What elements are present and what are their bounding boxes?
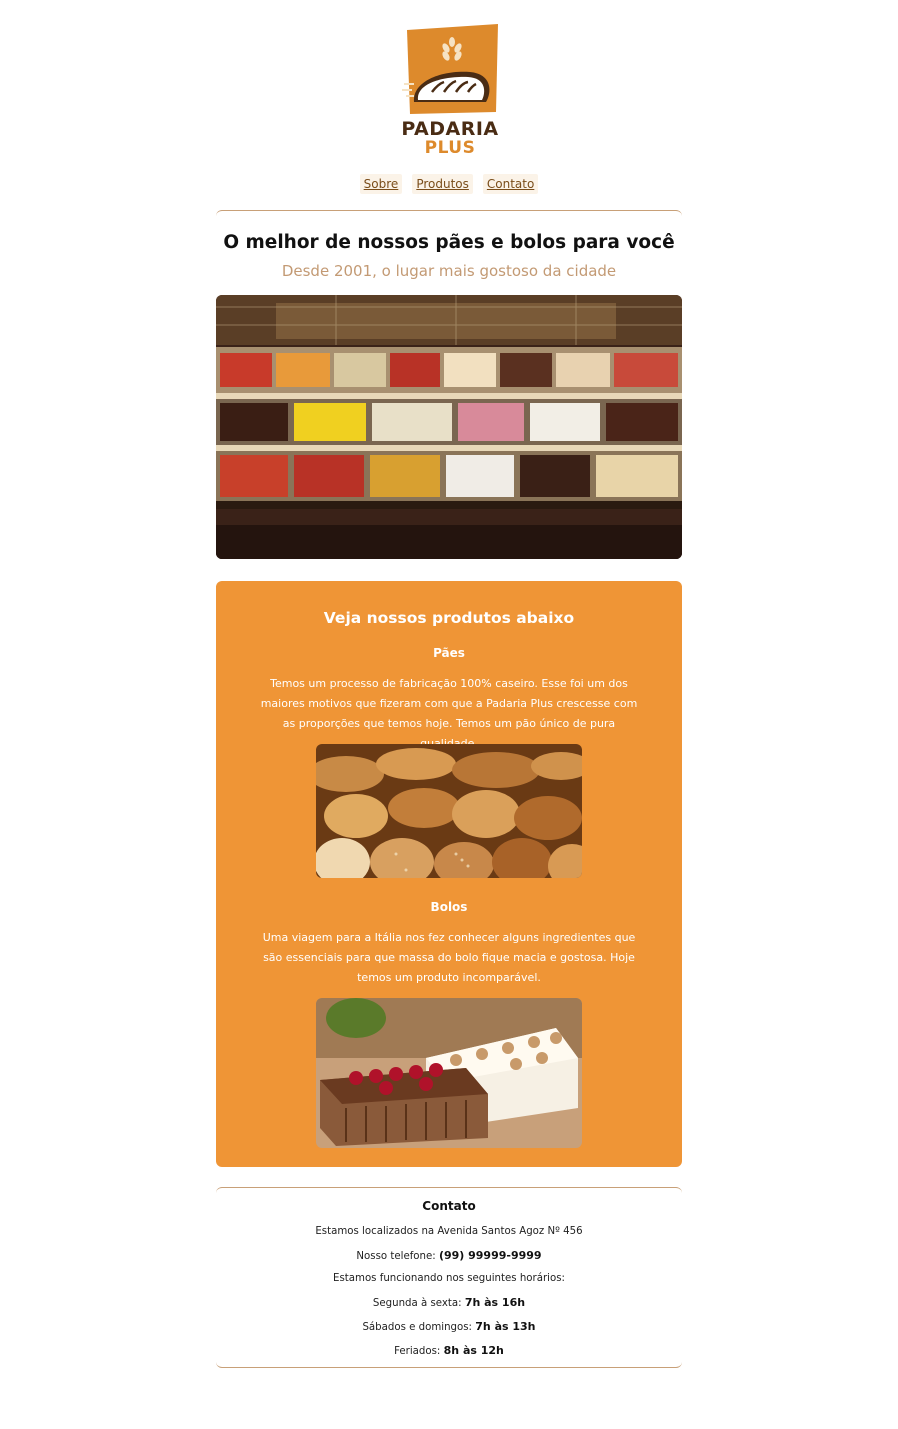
hero-subtitle: Desde 2001, o lugar mais gostoso da cida…	[281, 262, 617, 280]
nav-link-sobre[interactable]: Sobre	[359, 174, 403, 194]
logo-text-plus: PLUS	[424, 138, 476, 158]
products-section: Veja nossos produtos abaixo Pães Temos u…	[216, 581, 682, 1167]
hours-holidays: Feriados: 8h às 12h	[216, 1344, 682, 1357]
padaria-plus-logo[interactable]: PADARIA PLUS	[400, 22, 500, 158]
main-nav: Sobre Produtos Contato	[216, 174, 682, 194]
holidays-label: Feriados:	[394, 1346, 441, 1357]
page: PADARIA PLUS Sobre Produtos Contato O me…	[0, 0, 898, 1429]
hours-intro: Estamos funcionando nos seguintes horári…	[333, 1273, 565, 1284]
weekdays-label: Segunda à sexta:	[372, 1298, 462, 1309]
paes-description: Temos um processo de fabricação 100% cas…	[260, 677, 638, 750]
bread-logo-icon	[402, 24, 498, 114]
products-title: Veja nossos produtos abaixo	[323, 609, 575, 627]
hours-weekend: Sábados e domingos: 7h às 13h	[216, 1320, 682, 1333]
phone-number[interactable]: (99) 99999-9999	[439, 1249, 542, 1262]
bolos-heading: Bolos	[430, 900, 468, 914]
contact-phone-line: Nosso telefone: (99) 99999-9999	[216, 1249, 682, 1262]
hours-weekdays: Segunda à sexta: 7h às 16h	[216, 1296, 682, 1309]
bolos-description: Uma viagem para a Itália nos fez conhece…	[262, 931, 636, 984]
weekend-label: Sábados e domingos:	[362, 1322, 472, 1333]
bolos-image	[316, 998, 582, 1148]
contact-title: Contato	[422, 1199, 476, 1213]
paes-image	[316, 744, 582, 878]
nav-link-contato[interactable]: Contato	[482, 174, 539, 194]
phone-label: Nosso telefone:	[356, 1251, 436, 1262]
nav-link-produtos[interactable]: Produtos	[412, 174, 473, 194]
holidays-hours: 8h às 12h	[443, 1344, 504, 1357]
contact-section: Contato Estamos localizados na Avenida S…	[216, 1187, 682, 1368]
weekend-hours: 7h às 13h	[475, 1320, 536, 1333]
weekdays-hours: 7h às 16h	[464, 1296, 526, 1309]
contact-address: Estamos localizados na Avenida Santos Ag…	[315, 1226, 583, 1237]
header-divider	[216, 210, 682, 216]
hero-title: O melhor de nossos pães e bolos para voc…	[223, 232, 675, 253]
pastry-display-image	[216, 295, 682, 559]
logo-text-padaria: PADARIA	[401, 118, 499, 140]
paes-heading: Pães	[433, 646, 465, 660]
